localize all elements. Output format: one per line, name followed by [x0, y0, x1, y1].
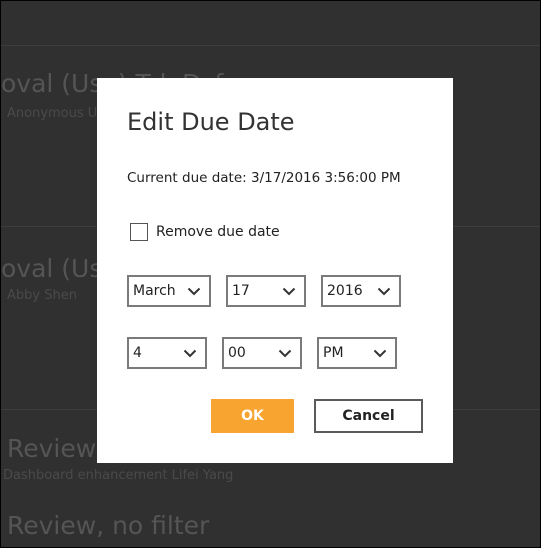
- remove-due-date-label: Remove due date: [156, 224, 280, 240]
- year-select[interactable]: 2016: [321, 275, 401, 307]
- hour-select[interactable]: 4: [127, 337, 207, 369]
- list-item-title: Review, no filter: [7, 511, 210, 540]
- cancel-button[interactable]: Cancel: [314, 399, 423, 433]
- chevron-down-icon: [278, 348, 292, 358]
- list-item-subtitle: Dashboard enhancement Lifei Yang: [3, 468, 234, 483]
- checkbox-box[interactable]: [130, 223, 148, 241]
- month-value: March: [133, 283, 176, 299]
- chevron-down-icon: [373, 348, 387, 358]
- app-window: oval (Use) Tsk Dsf Anonymous U oval (Use…: [0, 0, 541, 548]
- ok-button[interactable]: OK: [211, 399, 294, 433]
- chevron-down-icon: [187, 286, 201, 296]
- divider: [1, 45, 540, 46]
- list-item-title: Review,: [7, 434, 105, 463]
- ampm-value: PM: [323, 345, 344, 361]
- dialog-title: Edit Due Date: [127, 108, 295, 136]
- remove-due-date-checkbox[interactable]: Remove due date: [130, 221, 280, 243]
- minute-select[interactable]: 00: [222, 337, 302, 369]
- hour-value: 4: [133, 345, 142, 361]
- minute-value: 00: [228, 345, 246, 361]
- list-item-subtitle: Abby Shen: [7, 288, 77, 303]
- day-value: 17: [232, 283, 250, 299]
- chevron-down-icon: [183, 348, 197, 358]
- chevron-down-icon: [282, 286, 296, 296]
- month-select[interactable]: March: [127, 275, 211, 307]
- chevron-down-icon: [377, 286, 391, 296]
- day-select[interactable]: 17: [226, 275, 306, 307]
- edit-due-date-dialog: Edit Due Date Current due date: 3/17/201…: [97, 78, 453, 463]
- current-due-date-text: Current due date: 3/17/2016 3:56:00 PM: [127, 170, 401, 186]
- year-value: 2016: [327, 283, 363, 299]
- list-item-subtitle: Anonymous U: [7, 106, 98, 121]
- ampm-select[interactable]: PM: [317, 337, 397, 369]
